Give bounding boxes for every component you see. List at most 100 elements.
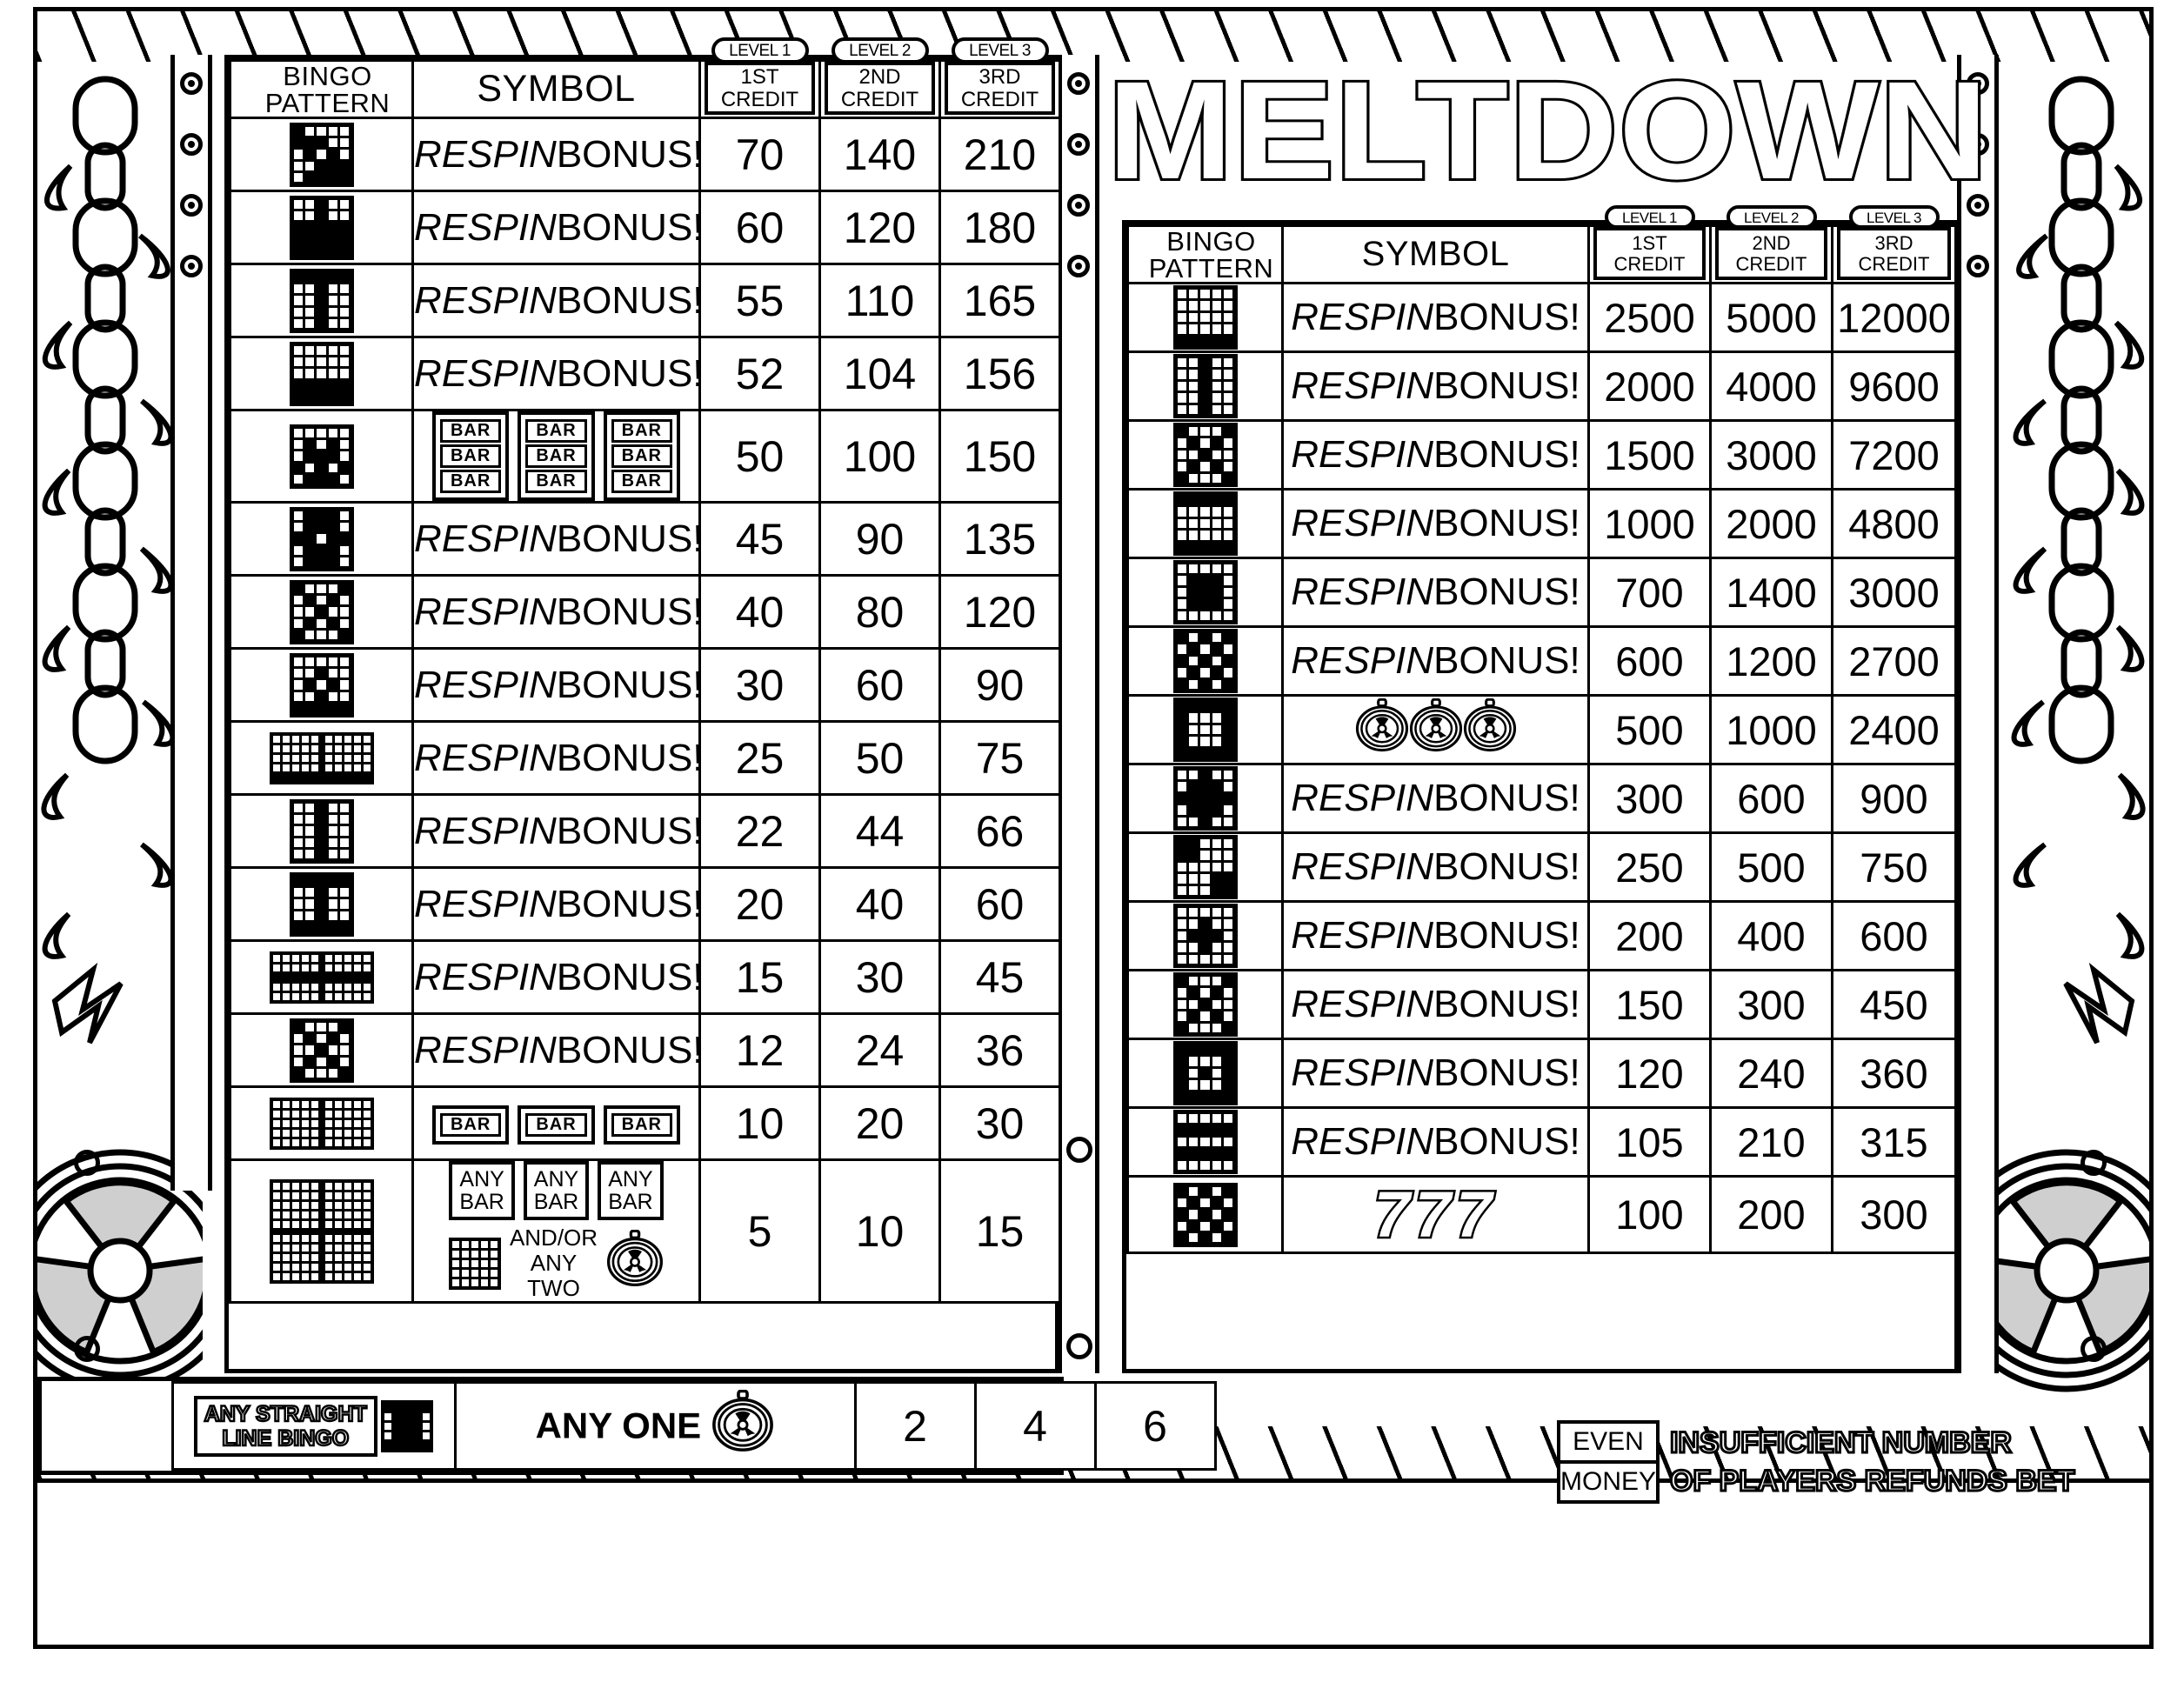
table-row: RESPINBONUS! 52 104 156 (229, 336, 1061, 411)
respin-word: RESPIN (1291, 296, 1434, 338)
bingo-card-icon (1172, 423, 1238, 487)
respin-word: RESPIN (414, 1028, 557, 1071)
level-1-line1-right: 1ST (1632, 232, 1667, 255)
bingo-card-icon (1172, 1110, 1238, 1174)
symbol-cell: RESPINBONUS! (1281, 419, 1590, 491)
respin-bonus-symbol: RESPINBONUS! (1291, 914, 1580, 957)
respin-bonus-symbol: RESPINBONUS! (1291, 502, 1580, 544)
respin-bonus-symbol: RESPINBONUS! (414, 352, 704, 395)
credit-value-level-2: 140 (818, 117, 941, 192)
bar-symbol: BAR (431, 1105, 510, 1145)
credit-value-level-1: 1500 (1587, 419, 1712, 491)
any-straight-line-bingo-banner: ANY STRAIGHT LINE BINGO (193, 1395, 377, 1457)
credit-value-level-1: 250 (1587, 831, 1712, 903)
bingo-card-icon (289, 871, 354, 937)
bonus-word: BONUS! (556, 590, 704, 633)
credit-value-level-1: 600 (1587, 625, 1712, 697)
table-row: 500 1000 2400 (1126, 694, 1957, 765)
bonus-word: BONUS! (556, 809, 704, 852)
respin-word: RESPIN (1291, 777, 1434, 819)
table-row: RESPINBONUS! 20 40 60 (229, 866, 1061, 942)
bar-label: BAR (525, 1113, 587, 1138)
symbol-cell: RESPINBONUS! (1281, 900, 1590, 971)
bingo-pattern-cell (1126, 1038, 1284, 1109)
bonus-word: BONUS! (1433, 364, 1580, 407)
bingo-card-group (231, 951, 411, 1004)
credit-value-level-2: 1200 (1709, 625, 1833, 697)
symbol-cell: RESPINBONUS! (1281, 488, 1590, 559)
table-row: RESPINBONUS! 600 1200 2700 (1126, 625, 1957, 697)
insufficient-line2: OF PLAYERS REFUNDS BET (1669, 1464, 2076, 1499)
credit-value-level-2: 20 (818, 1085, 941, 1161)
table-row: RESPINBONUS! 15 30 45 (229, 939, 1061, 1015)
credit-value-level-3: 90 (938, 647, 1061, 723)
credit-value-level-2: 240 (1709, 1038, 1833, 1109)
bingo-pattern-header-right-line1: BINGO (1166, 225, 1256, 257)
bingo-pattern-header-line1: BINGO (283, 60, 372, 91)
credit-value-level-3: 120 (938, 574, 1061, 650)
bingo-card-icon (321, 1097, 374, 1150)
banner-line-2: LINE BINGO (221, 1425, 350, 1452)
table-row: RESPINBONUS! 700 1400 3000 (1126, 557, 1957, 628)
level-2-line2-right: CREDIT (1735, 252, 1807, 275)
symbol-cell: RESPINBONUS! (411, 647, 704, 723)
bingo-card-icon (1172, 904, 1238, 968)
banner-line-1: ANY STRAIGHT (203, 1400, 368, 1427)
bingo-pattern-cell (1126, 694, 1284, 765)
bingo-pattern-cell (229, 1158, 414, 1304)
level-3-line2: CREDIT (960, 87, 1039, 111)
bingo-pattern-cell (1126, 625, 1284, 697)
table-row: RESPINBONUS! 300 600 900 (1126, 763, 1957, 834)
bingo-card-icon (289, 424, 354, 489)
credit-value-level-1: 52 (698, 336, 821, 411)
bar-label: BAR (439, 1113, 502, 1138)
bingo-pattern-cell (1126, 900, 1284, 971)
bingo-pattern-cell (229, 574, 414, 650)
symbol-cell: RESPINBONUS! (1281, 969, 1590, 1040)
respin-bonus-symbol: RESPINBONUS! (414, 133, 704, 176)
bonus-word: BONUS! (1433, 502, 1580, 544)
bingo-pattern-cell (229, 793, 414, 869)
panel-screw-top-right (2080, 1150, 2107, 1176)
bonus-word: BONUS! (556, 736, 704, 779)
credit-value-level-2: 4000 (1709, 350, 1833, 422)
level-3-line2-right: CREDIT (1858, 252, 1930, 275)
respin-bonus-symbol: RESPINBONUS! (414, 956, 704, 998)
bonus-word: BONUS! (556, 278, 704, 322)
respin-bonus-symbol: RESPINBONUS! (414, 591, 704, 633)
bar-label: BAR (439, 470, 502, 493)
level-3-header: LEVEL 3 3RD CREDIT (938, 37, 1061, 119)
credit-value-level-3: 135 (938, 501, 1061, 577)
credit-value-level-2: 1000 (1709, 694, 1833, 765)
credit-value-level-3: 30 (938, 1085, 1061, 1161)
bonus-word: BONUS! (1433, 914, 1580, 957)
symbol-cell: RESPINBONUS! (1281, 1038, 1590, 1109)
meltdown-medallion-icon (1463, 697, 1517, 762)
any-word: ANY (459, 1167, 504, 1191)
credit-value-level-2: 500 (1709, 831, 1833, 903)
credit-value-level-1: 60 (698, 190, 821, 265)
level-1-line2: CREDIT (720, 87, 799, 111)
left-table-header-row: BINGO PATTERN SYMBOL LEVEL 1 1ST CREDIT … (229, 37, 1061, 119)
bingo-card-icon (448, 1237, 501, 1290)
bingo-pattern-cell (1126, 419, 1284, 491)
bar-symbol: BAR (603, 1105, 681, 1145)
bingo-card-icon (321, 1231, 374, 1284)
respin-word: RESPIN (1291, 914, 1434, 957)
bar-symbol: BAR BAR BAR (518, 411, 595, 501)
symbol-cell: RESPINBONUS! (1281, 1106, 1590, 1178)
respin-bonus-symbol: RESPINBONUS! (1291, 571, 1580, 613)
credit-value-level-1: 300 (1587, 763, 1712, 834)
bingo-pattern-header-right: BINGO PATTERN (1126, 224, 1284, 284)
symbol-cell: 777 (1281, 1175, 1590, 1254)
credit-value-level-2: 50 (818, 720, 941, 796)
bingo-card-icon (289, 506, 354, 571)
bar-symbol: BAR BAR BAR (431, 411, 510, 501)
credit-value-level-2: 100 (818, 409, 941, 504)
credit-value-level-1: 20 (698, 866, 821, 942)
bingo-pattern-header-right-line2: PATTERN (1148, 252, 1274, 284)
bingo-pattern-cell (1126, 1175, 1284, 1254)
credit-value-level-3: 75 (938, 720, 1061, 796)
bingo-card-icon (321, 1178, 374, 1231)
credit-value-level-3: 15 (938, 1158, 1061, 1304)
